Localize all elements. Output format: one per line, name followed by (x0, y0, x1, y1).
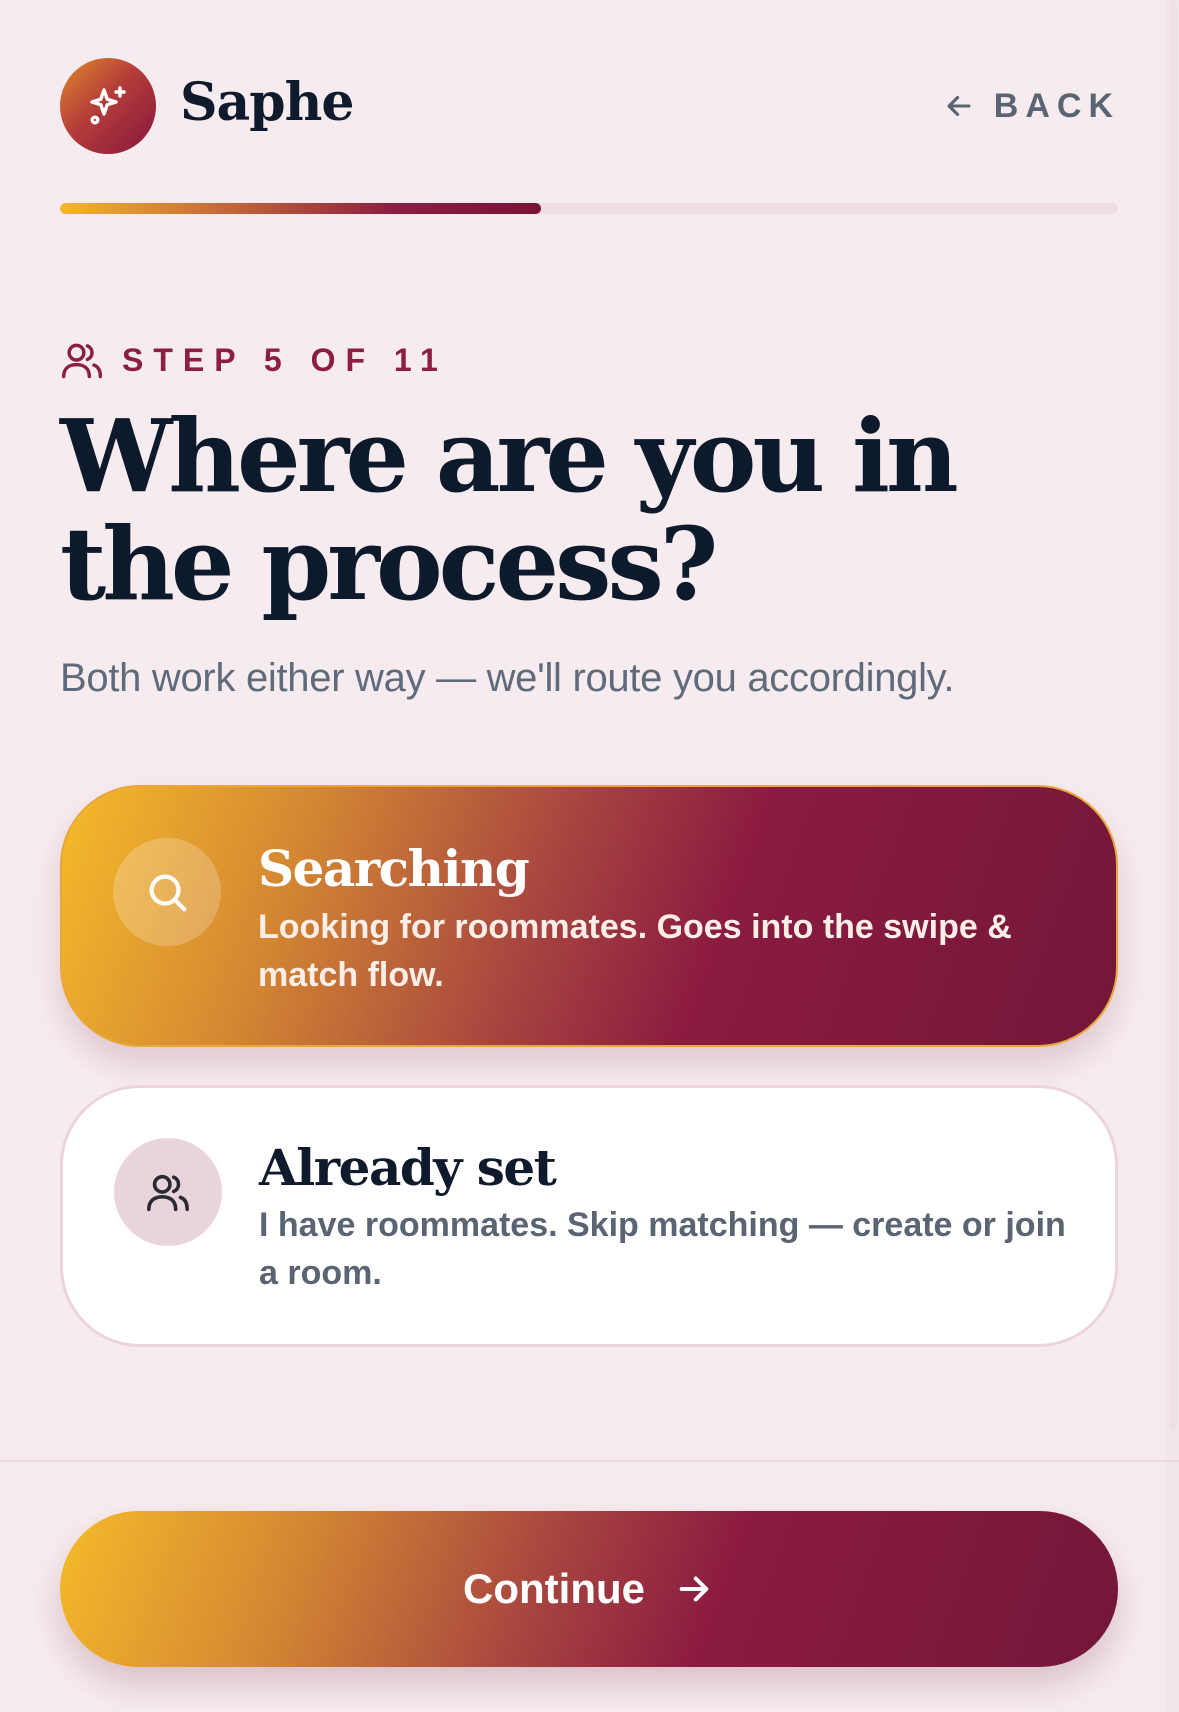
users-icon (147, 1174, 189, 1212)
continue-label: Continue (463, 1565, 645, 1612)
option-title: Searching (258, 839, 530, 898)
option-icon-badge (113, 838, 221, 946)
back-button[interactable]: BACK (942, 84, 1120, 128)
sparkles-icon (90, 86, 126, 125)
users-icon (61, 343, 103, 379)
arrow-right-icon (679, 1576, 709, 1602)
option-description: Looking for roommates. Goes into the swi… (258, 908, 1012, 994)
app-name: Saphe (180, 72, 354, 133)
progress-fill (60, 203, 541, 214)
page-title: Where are you in the process? (60, 397, 959, 623)
option-searching[interactable]: Searching Looking for roommates. Goes in… (60, 785, 1118, 1047)
search-icon (149, 874, 187, 912)
option-title: Already set (259, 1138, 557, 1197)
page-subtitle: Both work either way — we'll route you a… (60, 656, 955, 700)
arrow-left-icon (947, 95, 971, 117)
back-label: BACK (993, 86, 1120, 125)
footer-divider (0, 1460, 1179, 1462)
progress-bar (60, 203, 1118, 214)
step-label: STEP 5 OF 11 (122, 341, 448, 378)
app-logo (60, 58, 156, 154)
option-description: I have roommates. Skip matching — create… (259, 1206, 1066, 1292)
step-indicator: STEP 5 OF 11 (60, 338, 448, 382)
continue-button[interactable]: Continue (60, 1511, 1118, 1667)
option-already-set[interactable]: Already set I have roommates. Skip match… (60, 1085, 1118, 1347)
scrollbar-thumb[interactable] (1169, 0, 1177, 1430)
option-icon-badge (114, 1138, 222, 1246)
scrollbar-track[interactable] (1165, 0, 1179, 1712)
header: Saphe BACK (60, 58, 1120, 154)
